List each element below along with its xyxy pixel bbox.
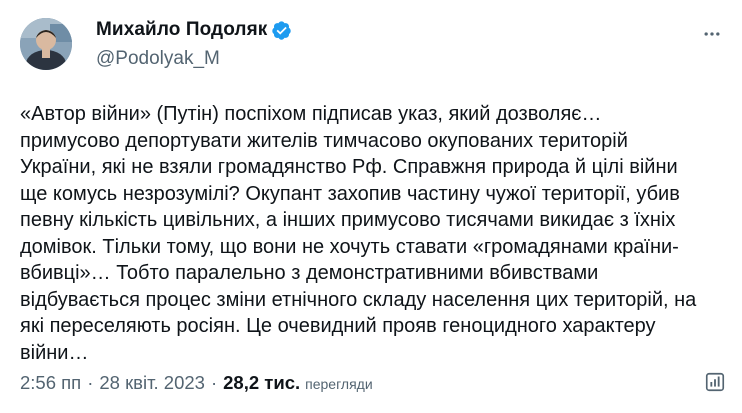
- more-options-icon: [704, 32, 720, 36]
- views-label: перегляди: [305, 376, 373, 392]
- meta-separator: ·: [210, 372, 218, 393]
- author-name-row: Михайло Подоляк: [96, 19, 292, 41]
- avatar[interactable]: [20, 18, 72, 70]
- tweet-time[interactable]: 2:56 пп: [20, 372, 81, 394]
- meta-separator: ·: [87, 372, 94, 393]
- views-count: 28,2 тис.: [223, 372, 301, 393]
- verified-badge-icon: [271, 20, 292, 41]
- analytics-button[interactable]: [702, 369, 728, 395]
- tweet-date[interactable]: 28 квіт. 2023: [99, 372, 205, 394]
- tweet-meta: 2:56 пп · 28 квіт. 2023 · 28,2 тис. пере…: [20, 372, 373, 394]
- tweet-text: «Автор війни» (Путін) поспіхом підписав …: [20, 103, 697, 364]
- more-options-button[interactable]: [700, 22, 724, 46]
- author-handle[interactable]: @Podolyak_M: [96, 48, 220, 70]
- author-display-name[interactable]: Михайло Подоляк: [96, 19, 267, 41]
- analytics-icon: [705, 372, 725, 392]
- avatar-image: [20, 18, 72, 70]
